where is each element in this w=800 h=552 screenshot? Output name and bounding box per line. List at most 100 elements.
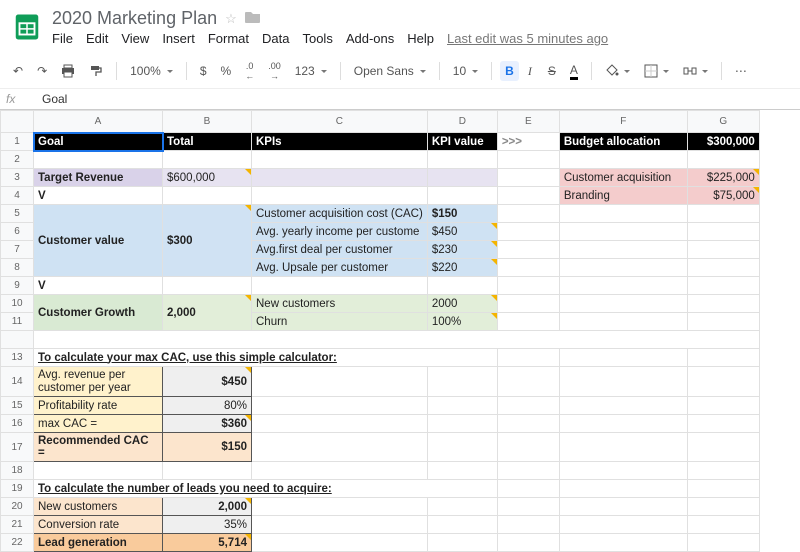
cell[interactable]: 35% [163,516,252,534]
row-header[interactable]: 19 [1,480,34,498]
row-header[interactable]: 13 [1,349,34,367]
row-header[interactable]: 2 [1,151,34,169]
col-header[interactable]: G [687,111,759,133]
paint-format-icon[interactable] [84,61,108,81]
row-header[interactable]: 11 [1,313,34,331]
select-all-corner[interactable] [1,111,34,133]
sheets-logo[interactable] [12,12,42,42]
number-format-select[interactable]: 123 [290,61,332,81]
increase-decimal-button[interactable]: .00→ [263,58,286,84]
fx-value[interactable]: Goal [32,92,67,106]
cell[interactable]: Conversion rate [34,516,163,534]
text-color-button[interactable]: A [565,60,583,83]
row-header[interactable]: 18 [1,462,34,480]
row-header[interactable]: 5 [1,205,34,223]
cell[interactable]: To calculate the number of leads you nee… [34,480,498,498]
cell[interactable]: $150 [427,205,497,223]
col-header[interactable]: F [559,111,687,133]
row-header[interactable]: 1 [1,133,34,151]
row-header[interactable]: 20 [1,498,34,516]
currency-button[interactable]: $ [195,61,212,81]
row-header[interactable]: 9 [1,277,34,295]
spreadsheet-grid[interactable]: A B C D E F G 1 Goal Total KPIs KPI valu… [0,110,800,552]
cell[interactable]: Recommended CAC = [34,433,163,462]
cell[interactable]: max CAC = [34,415,163,433]
col-header[interactable]: E [497,111,559,133]
document-title[interactable]: 2020 Marketing Plan [52,8,217,29]
cell[interactable]: Branding [559,187,687,205]
row-header[interactable]: 3 [1,169,34,187]
cell[interactable]: 5,714 [163,534,252,552]
col-header[interactable]: C [252,111,428,133]
cell[interactable]: 2,000 [163,498,252,516]
undo-icon[interactable]: ↶ [8,61,28,81]
cell[interactable]: Customer Growth [34,295,163,331]
menu-insert[interactable]: Insert [162,31,195,46]
row-header[interactable]: 6 [1,223,34,241]
cell[interactable]: V [34,187,163,205]
cell[interactable]: Total [163,133,252,151]
menu-tools[interactable]: Tools [302,31,332,46]
cell[interactable]: 80% [163,397,252,415]
col-header[interactable]: B [163,111,252,133]
cell[interactable]: Customer acquisition [559,169,687,187]
row-header[interactable]: 17 [1,433,34,462]
print-icon[interactable] [56,61,80,81]
cell[interactable]: V [34,277,163,295]
cell[interactable]: Lead generation [34,534,163,552]
cell[interactable] [427,169,497,187]
cell[interactable]: $450 [163,367,252,397]
cell[interactable]: $600,000 [163,169,252,187]
row-header[interactable]: 16 [1,415,34,433]
cell[interactable]: New customers [34,498,163,516]
font-size-select[interactable]: 10 [448,61,483,81]
cell[interactable] [252,169,428,187]
cell[interactable]: $150 [163,433,252,462]
col-header[interactable]: A [34,111,163,133]
col-header[interactable]: D [427,111,497,133]
cell[interactable]: Avg. yearly income per custome [252,223,428,241]
row-header[interactable]: 22 [1,534,34,552]
percent-button[interactable]: % [216,61,237,81]
cell[interactable]: Churn [252,313,428,331]
row-header[interactable]: 7 [1,241,34,259]
menu-edit[interactable]: Edit [86,31,108,46]
cell[interactable]: Customer value [34,205,163,277]
cell[interactable]: 2000 [427,295,497,313]
cell[interactable]: Avg. Upsale per customer [252,259,428,277]
cell[interactable]: Avg.first deal per customer [252,241,428,259]
bold-button[interactable]: B [500,61,519,81]
redo-icon[interactable]: ↷ [32,61,52,81]
menu-data[interactable]: Data [262,31,289,46]
cell[interactable]: Goal [34,133,163,151]
row-header[interactable]: 4 [1,187,34,205]
cell[interactable]: $230 [427,241,497,259]
cell[interactable]: Avg. revenue per customer per year [34,367,163,397]
cell[interactable]: $300 [163,205,252,277]
cell[interactable]: $450 [427,223,497,241]
cell[interactable]: 2,000 [163,295,252,331]
row-header[interactable]: 14 [1,367,34,397]
cell[interactable] [34,151,163,169]
cell[interactable]: Budget allocation [559,133,687,151]
cell[interactable]: New customers [252,295,428,313]
folder-icon[interactable] [245,10,261,27]
menu-view[interactable]: View [121,31,149,46]
cell[interactable]: To calculate your max CAC, use this simp… [34,349,498,367]
cell[interactable]: Profitability rate [34,397,163,415]
borders-button[interactable] [639,61,674,81]
row-header[interactable]: 10 [1,295,34,313]
star-icon[interactable]: ☆ [225,11,237,27]
cell[interactable]: $220 [427,259,497,277]
italic-button[interactable]: I [523,61,539,82]
menu-format[interactable]: Format [208,31,249,46]
menu-help[interactable]: Help [407,31,434,46]
menu-file[interactable]: File [52,31,73,46]
strike-button[interactable]: S [543,61,561,81]
cell[interactable]: KPIs [252,133,428,151]
zoom-select[interactable]: 100% [125,61,178,81]
cell[interactable]: >>> [497,133,559,151]
cell[interactable]: $225,000 [687,169,759,187]
cell[interactable]: Target Revenue [34,169,163,187]
row-header[interactable]: 8 [1,259,34,277]
